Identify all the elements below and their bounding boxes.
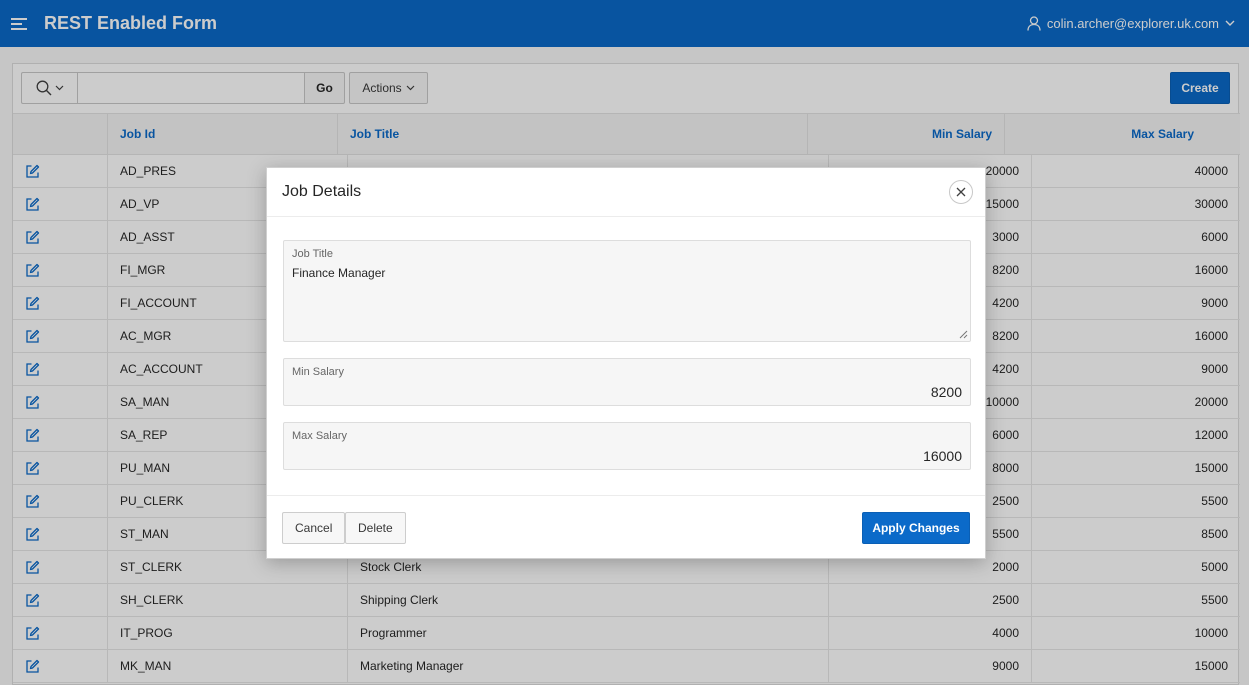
cancel-button[interactable]: Cancel [282, 512, 346, 544]
min-salary-label: Min Salary [292, 366, 344, 378]
dialog-footer: Cancel Delete Apply Changes [267, 495, 985, 558]
min-salary-input[interactable] [284, 379, 970, 405]
max-salary-label: Max Salary [292, 430, 348, 442]
dialog-close-button[interactable] [949, 180, 973, 204]
job-details-dialog: Job Details Job Title Finance Manager Mi… [266, 167, 986, 559]
dialog-header: Job Details [267, 168, 985, 217]
job-title-input[interactable]: Finance Manager [284, 261, 970, 339]
job-title-field: Job Title Finance Manager [283, 240, 971, 342]
dialog-title: Job Details [282, 183, 362, 200]
min-salary-field: Min Salary [283, 358, 971, 406]
resize-handle-icon[interactable] [959, 330, 968, 339]
job-title-label: Job Title [292, 248, 333, 260]
max-salary-field: Max Salary [283, 422, 971, 470]
delete-button[interactable]: Delete [345, 512, 406, 544]
apply-changes-button[interactable]: Apply Changes [862, 512, 970, 544]
close-icon [956, 187, 966, 197]
max-salary-input[interactable] [284, 443, 970, 469]
